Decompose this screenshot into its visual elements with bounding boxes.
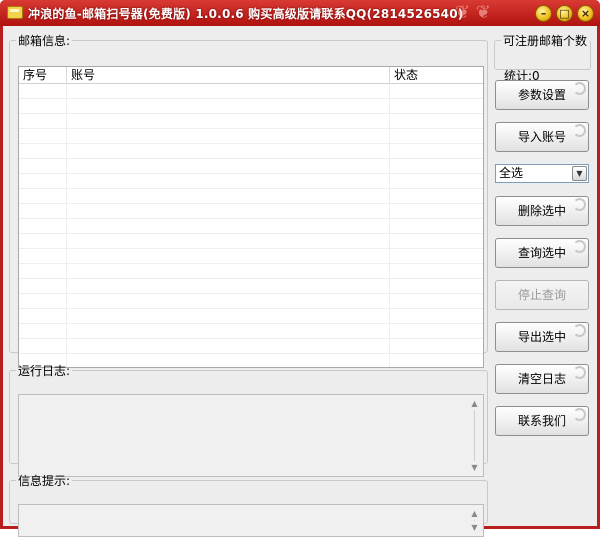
scroll-up-icon[interactable]: ▲ <box>469 399 480 408</box>
delete-selected-label: 删除选中 <box>517 204 566 218</box>
swirl-decoration-icon <box>573 366 586 379</box>
scroll-track[interactable] <box>474 410 475 461</box>
scroll-track[interactable] <box>474 520 475 521</box>
minimize-button[interactable]: – <box>535 5 552 22</box>
log-scrollbar[interactable]: ▲ ▼ <box>469 399 480 472</box>
query-selected-button[interactable]: 查询选中 <box>495 238 589 268</box>
chevron-down-icon[interactable]: ▼ <box>572 166 587 181</box>
grid-line <box>389 84 390 367</box>
contact-us-button[interactable]: 联系我们 <box>495 406 589 436</box>
info-tip-group: 信息提示: ▲ ▼ <box>9 472 488 537</box>
window-title: 冲浪的鱼-邮箱扫号器(免费版) 1.0.0.6 购买高级版请联系QQ(28145… <box>28 7 464 21</box>
mail-info-legend: 邮箱信息: <box>18 34 71 48</box>
mail-list-rows[interactable] <box>19 84 483 367</box>
close-button[interactable]: × <box>577 5 594 22</box>
grid-line <box>66 84 67 367</box>
title-bar[interactable]: 冲浪的鱼-邮箱扫号器(免费版) 1.0.0.6 购买高级版请联系QQ(28145… <box>0 0 600 26</box>
run-log-textarea[interactable]: ▲ ▼ <box>18 394 484 477</box>
scroll-up-icon[interactable]: ▲ <box>469 509 480 518</box>
swirl-decoration-icon <box>573 324 586 337</box>
column-header-index[interactable]: 序号 <box>19 68 66 83</box>
column-header-account[interactable]: 账号 <box>67 68 389 83</box>
selection-dropdown[interactable]: 全选 ▼ <box>495 164 589 183</box>
delete-selected-button[interactable]: 删除选中 <box>495 196 589 226</box>
clear-log-button[interactable]: 清空日志 <box>495 364 589 394</box>
swirl-decoration-icon <box>573 408 586 421</box>
run-log-group: 运行日志: ▲ ▼ <box>9 362 488 477</box>
import-accounts-button[interactable]: 导入账号 <box>495 122 589 152</box>
param-settings-label: 参数设置 <box>517 88 566 102</box>
registrable-count-group: 可注册邮箱个数 统计:0 <box>494 32 591 83</box>
selection-dropdown-value: 全选 <box>499 166 524 180</box>
client-area: 邮箱信息: 序号 账号 状态 可注册邮箱个数 统计:0 运行日志: ▲ ▼ 信息… <box>3 26 597 537</box>
stop-query-button[interactable]: 停止查询 <box>495 280 589 310</box>
swirl-decoration-icon <box>573 82 586 95</box>
mail-list-table[interactable]: 序号 账号 状态 <box>18 66 484 368</box>
column-header-status[interactable]: 状态 <box>390 68 483 83</box>
export-selected-label: 导出选中 <box>517 330 566 344</box>
run-log-legend: 运行日志: <box>18 364 71 378</box>
mail-info-group: 邮箱信息: 序号 账号 状态 <box>9 32 488 368</box>
info-tip-textarea[interactable]: ▲ ▼ <box>18 504 484 537</box>
swirl-decoration-icon <box>573 240 586 253</box>
contact-us-label: 联系我们 <box>517 414 566 428</box>
title-ornament-icon: ❦ ❦ <box>455 2 491 23</box>
stop-query-label: 停止查询 <box>517 288 566 302</box>
swirl-decoration-icon <box>573 198 586 211</box>
clear-log-label: 清空日志 <box>517 372 566 386</box>
mail-list-header: 序号 账号 状态 <box>19 67 483 84</box>
app-window: 冲浪的鱼-邮箱扫号器(免费版) 1.0.0.6 购买高级版请联系QQ(28145… <box>0 0 600 537</box>
import-accounts-label: 导入账号 <box>517 130 566 144</box>
query-selected-label: 查询选中 <box>517 246 566 260</box>
scroll-down-icon[interactable]: ▼ <box>469 463 480 472</box>
swirl-decoration-icon <box>573 124 586 137</box>
export-selected-button[interactable]: 导出选中 <box>495 322 589 352</box>
scroll-down-icon[interactable]: ▼ <box>469 523 480 532</box>
registrable-count-legend: 可注册邮箱个数 <box>503 34 588 48</box>
envelope-icon <box>7 6 23 19</box>
maximize-button[interactable]: □ <box>556 5 573 22</box>
info-tip-legend: 信息提示: <box>18 474 71 488</box>
param-settings-button[interactable]: 参数设置 <box>495 80 589 110</box>
